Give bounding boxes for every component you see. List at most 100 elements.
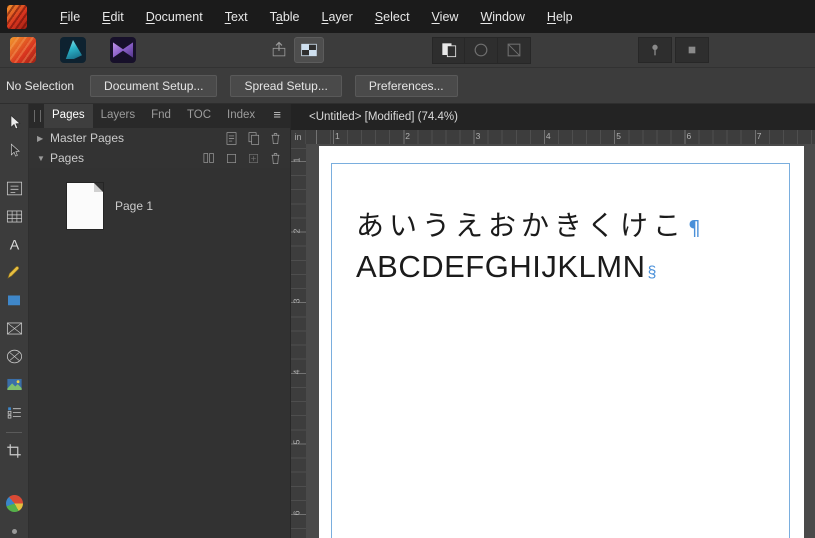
document-title: <Untitled> [Modified] (74.4%) (309, 111, 458, 123)
tab-index[interactable]: Index (219, 104, 263, 128)
v-ruler-tick: 5 (291, 440, 302, 445)
page[interactable]: あいうえおかきくけこ ¶ ABCDEFGHIJKLMN § (319, 146, 804, 538)
ruler-unit-label[interactable]: in (291, 130, 306, 144)
horizontal-ruler[interactable]: 1 2 3 4 5 6 7 (306, 130, 815, 144)
page-label: Page 1 (115, 199, 154, 213)
tab-toc[interactable]: TOC (179, 104, 219, 128)
publisher-logo-icon (7, 4, 27, 29)
list-icon (7, 406, 21, 418)
clip-view-button[interactable] (498, 36, 531, 64)
menu-file[interactable]: File (49, 7, 91, 27)
tab-layers[interactable]: Layers (93, 104, 144, 128)
square-diagonal-icon (507, 43, 521, 57)
view-buttons-group (432, 36, 531, 64)
menu-text[interactable]: Text (214, 7, 259, 27)
assets-button[interactable] (675, 37, 709, 63)
line2-text: ABCDEFGHIJKLMN (356, 249, 646, 284)
h-ruler-tick: 4 (545, 131, 551, 141)
snapping-button[interactable] (638, 37, 672, 63)
v-ruler-tick: 3 (291, 298, 302, 304)
master-pages-row[interactable]: ▶ Master Pages (29, 128, 290, 148)
pilcrow-mark: ¶ (688, 216, 701, 240)
move-tool[interactable] (1, 109, 27, 135)
section-mark: § (647, 264, 657, 281)
place-image-tool[interactable] (1, 371, 27, 397)
h-ruler-tick: 1 (335, 131, 340, 141)
canvas[interactable]: あいうえおかきくけこ ¶ ABCDEFGHIJKLMN § (306, 144, 815, 538)
vertical-ruler[interactable]: 1 2 3 4 5 6 (291, 144, 306, 538)
pin-icon (652, 44, 658, 56)
tab-fnd[interactable]: Fnd (143, 104, 179, 128)
table-tool[interactable] (1, 203, 27, 229)
text-frame[interactable]: あいうえおかきくけこ ¶ ABCDEFGHIJKLMN § (331, 163, 790, 538)
circle-icon (474, 43, 488, 57)
context-toolbar: No Selection Document Setup... Spread Se… (0, 68, 815, 104)
more-tools-button[interactable] (1, 518, 27, 538)
text-line-1: あいうえおかきくけこ ¶ (356, 208, 789, 243)
menu-document[interactable]: Document (135, 7, 214, 27)
preview-mode-button[interactable] (294, 37, 324, 63)
trash-icon[interactable] (269, 151, 282, 166)
node-tool[interactable] (1, 137, 27, 163)
menu-window[interactable]: Window (469, 7, 535, 27)
photo-app-icon[interactable] (110, 37, 136, 63)
menu-help[interactable]: Help (536, 7, 584, 27)
h-ruler-tick: 6 (686, 131, 692, 141)
tools-panel: A (0, 104, 29, 538)
panel-tabs: Pages Layers Fnd TOC Index ≡ (29, 104, 290, 128)
v-ruler-tick: 2 (291, 228, 302, 233)
pages-row[interactable]: ▼ Pages (29, 148, 290, 168)
collapse-arrow-icon[interactable]: ▼ (37, 154, 50, 163)
text-line-2: ABCDEFGHIJKLMN § (356, 249, 789, 285)
document-tab[interactable]: <Untitled> [Modified] (74.4%) (291, 104, 815, 130)
add-master-icon[interactable] (225, 131, 238, 146)
facing-pages-button[interactable] (432, 36, 465, 64)
menu-table[interactable]: Table (259, 7, 311, 27)
frame-text-tool[interactable] (1, 175, 27, 201)
fields-tool[interactable] (1, 399, 27, 425)
artistic-text-tool[interactable]: A (1, 231, 27, 257)
snapping-buttons-group (638, 37, 709, 63)
duplicate-page-icon[interactable] (247, 152, 260, 165)
white-cursor-icon (10, 114, 21, 129)
menu-view[interactable]: View (421, 7, 470, 27)
columns-icon[interactable] (202, 151, 216, 165)
document-setup-button[interactable]: Document Setup... (90, 74, 218, 97)
expand-arrow-icon[interactable]: ▶ (37, 134, 50, 143)
panel-grip-handle[interactable] (34, 110, 41, 122)
picture-frame-rectangle-tool[interactable] (1, 315, 27, 341)
pages-label: Pages (50, 151, 85, 165)
designer-app-icon[interactable] (60, 37, 86, 63)
tab-pages[interactable]: Pages (44, 104, 93, 128)
pencil-icon (7, 266, 20, 279)
facing-pages-icon (441, 43, 456, 58)
duplicate-master-icon[interactable] (247, 131, 260, 146)
page-thumbnail[interactable] (67, 183, 103, 229)
document-area: <Untitled> [Modified] (74.4%) in 1 2 3 4 5 6 7… (291, 104, 815, 538)
trash-icon[interactable] (269, 131, 282, 146)
main-area: A Pages Layers Fnd TOC Index ≡ ▶ Master … (0, 104, 815, 538)
text-frame-icon (6, 181, 22, 195)
master-pages-actions (225, 131, 282, 146)
color-picker-tool[interactable] (1, 490, 27, 516)
spread-setup-button[interactable]: Spread Setup... (230, 74, 342, 97)
add-page-icon[interactable] (225, 152, 238, 165)
export-button[interactable] (264, 37, 294, 63)
menu-edit[interactable]: Edit (91, 7, 135, 27)
ruler-row: in 1 2 3 4 5 6 7 (291, 130, 815, 144)
page-item[interactable]: Page 1 (67, 183, 290, 229)
rotate-view-button[interactable] (465, 36, 498, 64)
picture-frame-ellipse-tool[interactable] (1, 343, 27, 369)
panel-menu-icon[interactable]: ≡ (264, 104, 290, 128)
master-pages-label: Master Pages (50, 131, 125, 145)
menu-layer[interactable]: Layer (311, 7, 364, 27)
h-ruler-tick: 3 (475, 131, 481, 141)
publisher-app-icon[interactable] (10, 37, 36, 63)
menu-select[interactable]: Select (364, 7, 421, 27)
checkerboard-icon (301, 43, 317, 57)
rectangle-tool[interactable] (1, 287, 27, 313)
preferences-button[interactable]: Preferences... (354, 74, 458, 97)
export-arrow-icon (272, 41, 286, 57)
crop-tool[interactable] (1, 438, 27, 464)
vector-brush-tool[interactable] (1, 259, 27, 285)
